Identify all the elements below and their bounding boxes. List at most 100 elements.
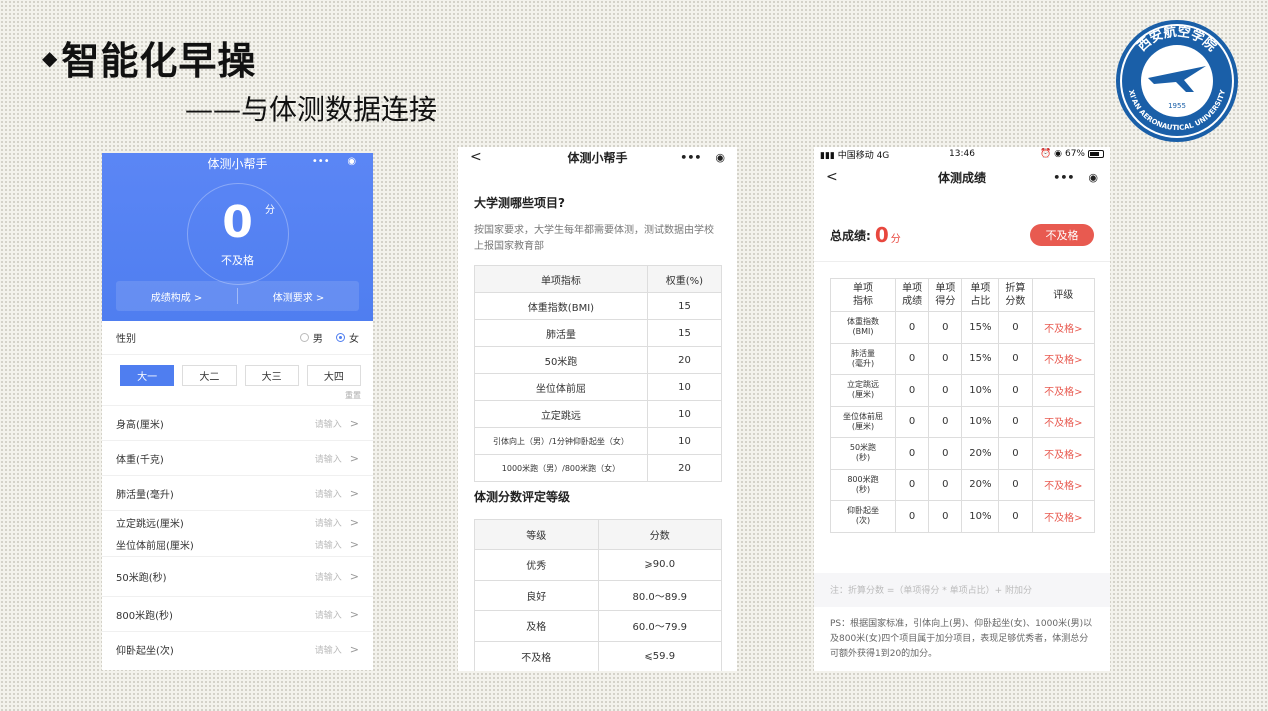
table-cell: 仰卧起坐 (次) [830, 500, 896, 533]
table-cell: 50米跑 [474, 346, 648, 374]
score-composition-link[interactable]: 成绩构成 > [116, 289, 237, 304]
field-placeholder: 请输入 > [315, 487, 359, 500]
field-label: 身高(厘米) [116, 419, 164, 431]
input-field[interactable]: 仰卧起坐(次) 请输入 > [102, 631, 373, 666]
table-cell: 10% [961, 405, 1000, 438]
table-row: 肺活量 (毫升) 0 0 15% 0 不及格> [830, 342, 1096, 375]
back-icon[interactable]: < [826, 169, 838, 185]
grade-tab[interactable]: 大一 [120, 365, 175, 386]
table-row: 800米跑 (秒) 0 0 20% 0 不及格> [830, 468, 1096, 501]
grade-tab[interactable]: 大四 [306, 365, 361, 386]
mini-program-capsule: ••• ◉ [1053, 171, 1098, 184]
divider [814, 261, 1110, 262]
table-row: 1000米跑（男）/800米跑（女） 20 [474, 454, 723, 482]
input-field[interactable]: 肺活量(毫升) 请输入 > [102, 475, 373, 510]
table-cell: 20 [646, 346, 723, 374]
placeholder-text: 请输入 [314, 419, 342, 430]
table-cell: ⩽59.9 [597, 640, 722, 671]
radio-icon [299, 333, 309, 342]
placeholder-text: 请输入 [314, 518, 342, 529]
more-icon[interactable]: ••• [680, 151, 701, 164]
table-cell: 20% [961, 437, 1000, 470]
table-cell: ⩾90.0 [597, 549, 722, 581]
mini-program-capsule: ••• ◉ [680, 151, 725, 164]
field-label: 坐位体前屈(厘米) [116, 541, 194, 552]
table-cell: 不及格 [474, 640, 599, 671]
gender-label: 性别 [116, 334, 136, 345]
test-requirements-link[interactable]: 体测要求 > [238, 289, 359, 304]
status-bar: ▮▮▮ 中国移动 4G 13:46 ⏰ ◉ 67% [814, 147, 1110, 161]
chevron-right-icon: > [349, 607, 359, 621]
table-cell: 15 [646, 319, 723, 347]
table-cell: 0 [894, 405, 930, 438]
phone-screen-results: ▮▮▮ 中国移动 4G 13:46 ⏰ ◉ 67% < 体测成绩 ••• ◉ 总… [814, 147, 1110, 671]
table-cell: 0 [894, 374, 930, 407]
field-placeholder: 请输入 > [315, 570, 359, 583]
field-label: 肺活量(毫升) [116, 489, 174, 501]
table-row: 及格 60.0～79.9 [474, 610, 722, 642]
radio-label: 男 [312, 334, 323, 345]
rating-link[interactable]: 不及格> [1031, 311, 1096, 344]
table-cell: 立定跳远 (厘米) [830, 374, 896, 407]
section-paragraph: 按国家要求，大学生每年都需要体测，测试数据由学校上报国家教育部 [474, 225, 714, 252]
rating-link[interactable]: 不及格> [1031, 437, 1096, 470]
table-cell: 及格 [474, 610, 599, 642]
back-icon[interactable]: < [470, 149, 482, 165]
field-placeholder: 请输入 > [315, 538, 359, 551]
rating-link[interactable]: 不及格> [1031, 374, 1096, 407]
clock: 13:46 [949, 149, 975, 159]
gender-row: 性别 男 女 [102, 321, 373, 355]
table-cell: 0 [894, 437, 930, 470]
rating-link[interactable]: 不及格> [1031, 342, 1096, 375]
close-program-icon[interactable]: ◉ [715, 151, 725, 164]
field-label: 立定跳远(厘米) [116, 518, 184, 530]
table-cell: 立定跳远 [474, 400, 648, 428]
field-label: 50米跑(秒) [116, 573, 167, 584]
table-cell: 0 [894, 468, 930, 501]
gender-male-radio[interactable]: 男 [299, 330, 323, 345]
radio-checked-icon [336, 333, 345, 342]
input-field[interactable]: 体重(千克) 请输入 > [102, 440, 373, 475]
input-field[interactable]: 坐位体前屈(厘米) 请输入 > [102, 533, 373, 556]
input-field[interactable]: 50米跑(秒) 请输入 > [102, 556, 373, 596]
score-unit: 分 [265, 205, 275, 216]
section-heading: 体测分数评定等级 [474, 490, 571, 504]
nav-title: 体测成绩 [937, 170, 986, 185]
input-field-list: 身高(厘米) 请输入 > 体重(千克) 请输入 > 肺活量(毫升) 请输入 > 立定跳远(厘米) 请… [102, 405, 373, 666]
field-placeholder: 请输入 > [315, 643, 359, 656]
nav-bar: < 体测小帮手 ••• ◉ [458, 147, 737, 167]
table-cell: 15% [961, 311, 1000, 344]
close-program-icon[interactable]: ◉ [1088, 171, 1098, 184]
placeholder-text: 请输入 [314, 573, 342, 583]
grade-tab[interactable]: 大二 [182, 365, 237, 386]
input-field[interactable]: 身高(厘米) 请输入 > [102, 405, 373, 440]
placeholder-text: 请输入 [314, 454, 342, 465]
rating-link[interactable]: 不及格> [1031, 500, 1096, 533]
grade-tab[interactable]: 大三 [244, 365, 299, 386]
gender-female-radio[interactable]: 女 [336, 330, 359, 345]
table-cell: 0 [998, 500, 1033, 533]
table-header-row: 单项 指标 单项 成绩 单项 得分 单项 占比 折算 分数 评级 [830, 278, 1096, 312]
table-row: 坐位体前屈 (厘米) 0 0 10% 0 不及格> [830, 405, 1096, 438]
close-program-icon[interactable]: ◉ [347, 156, 356, 167]
table-cell: 坐位体前屈 (厘米) [830, 405, 896, 438]
rating-link[interactable]: 不及格> [1031, 468, 1096, 501]
more-icon[interactable]: ••• [312, 156, 330, 167]
chevron-right-icon: > [349, 486, 359, 500]
field-placeholder: 请输入 > [315, 452, 359, 465]
table-cell: 引体向上（男）/1分钟仰卧起坐（女） [474, 427, 648, 455]
table-cell: 良好 [474, 579, 599, 611]
field-placeholder: 请输入 > [315, 608, 359, 621]
table-row: 仰卧起坐 (次) 0 0 10% 0 不及格> [830, 500, 1096, 533]
input-field[interactable]: 立定跳远(厘米) 请输入 > [102, 510, 373, 533]
input-field[interactable]: 800米跑(秒) 请输入 > [102, 596, 373, 631]
weight-table: 单项指标 权重(%) 体重指数(BMI) 15 肺活量 15 50米跑 20 坐位体前屈 10 立定… [474, 265, 723, 482]
total-value: 0 [874, 223, 889, 247]
reset-button[interactable]: 重置 [102, 386, 373, 405]
table-cell: 15 [646, 292, 723, 320]
table-cell: 50米跑 (秒) [830, 437, 896, 470]
rating-link[interactable]: 不及格> [1031, 405, 1096, 438]
nav-title: 体测小帮手 [567, 150, 628, 165]
score-value: 0 [222, 197, 253, 248]
more-icon[interactable]: ••• [1053, 171, 1074, 184]
